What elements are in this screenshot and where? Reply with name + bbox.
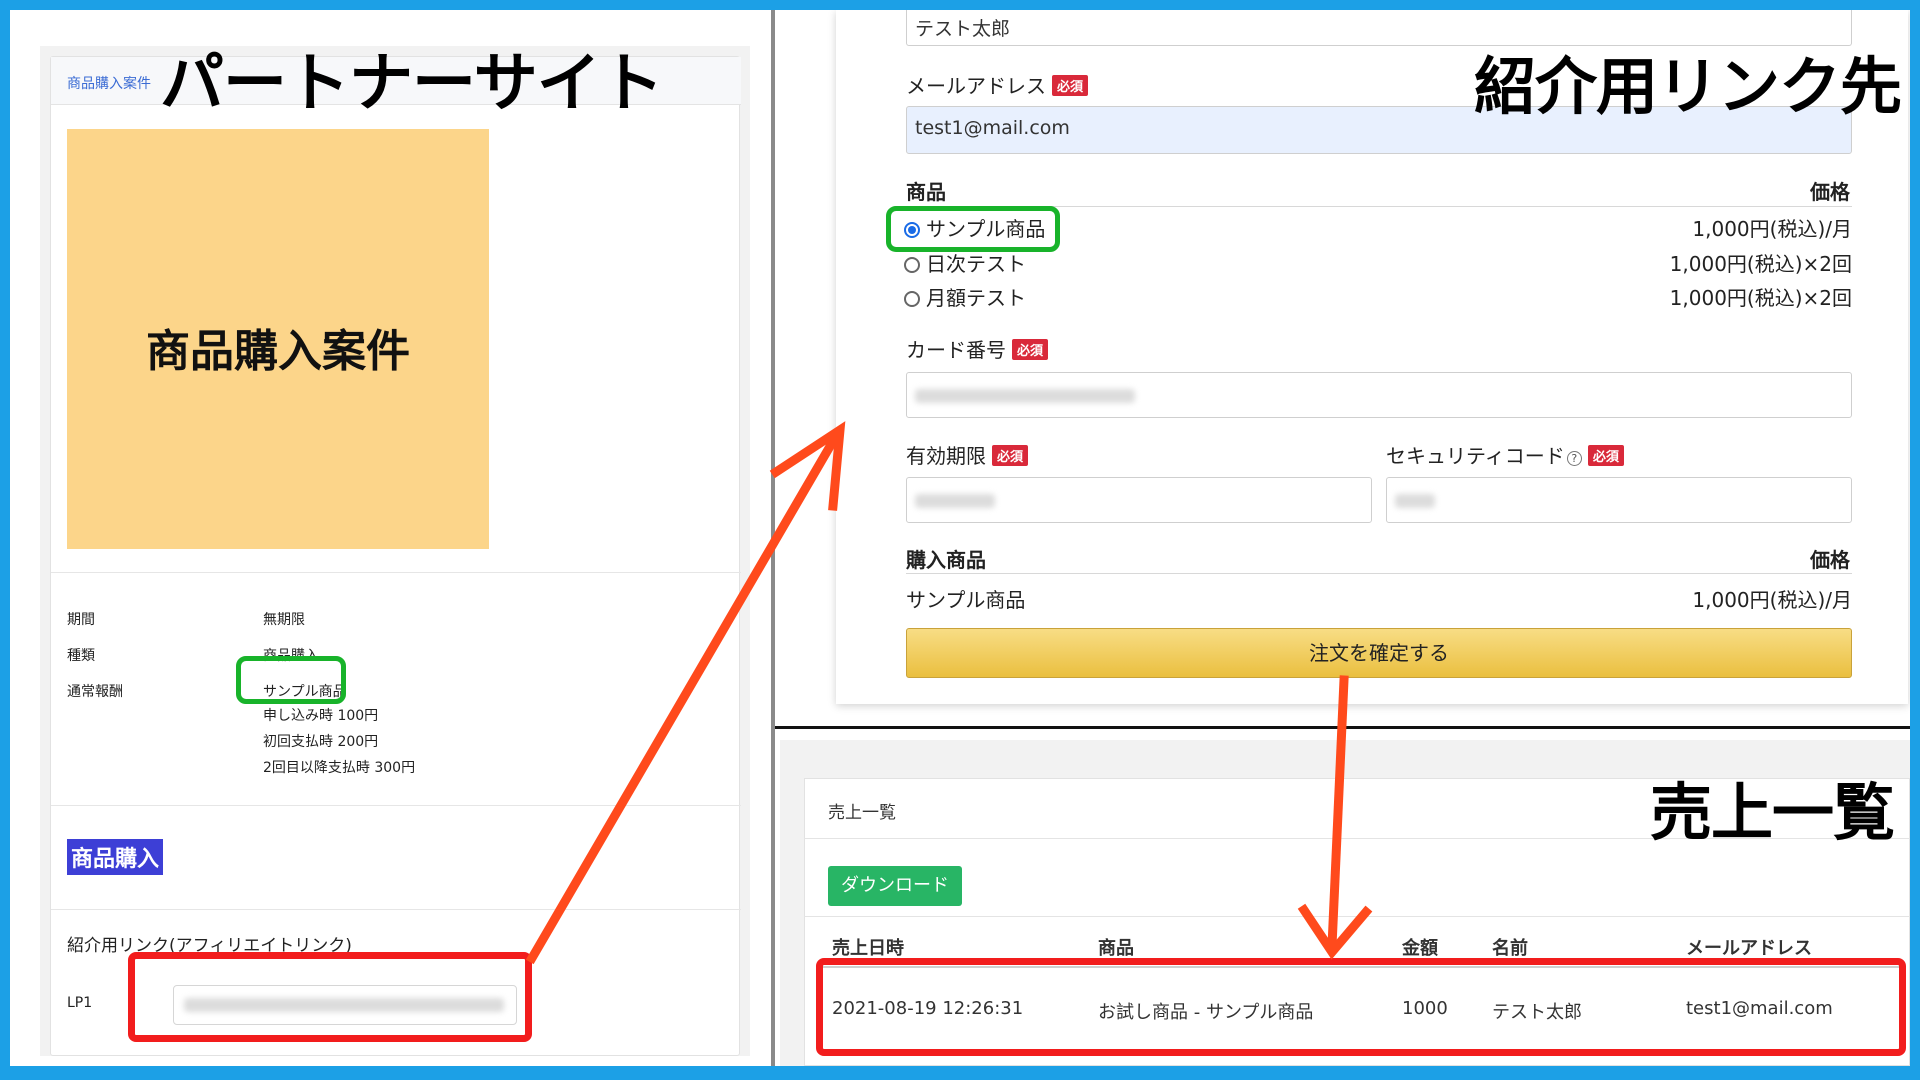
flow-arrows	[525, 421, 1373, 965]
arrow-head	[769, 421, 846, 511]
screenshot-canvas: 商品購入案件 商品購入案件 期間 無期限 種類 商品購入 通常報酬 サンプル商品…	[10, 10, 1910, 1066]
arrow-order-to-sales	[1327, 675, 1349, 951]
arrow-link-to-form	[525, 429, 843, 965]
